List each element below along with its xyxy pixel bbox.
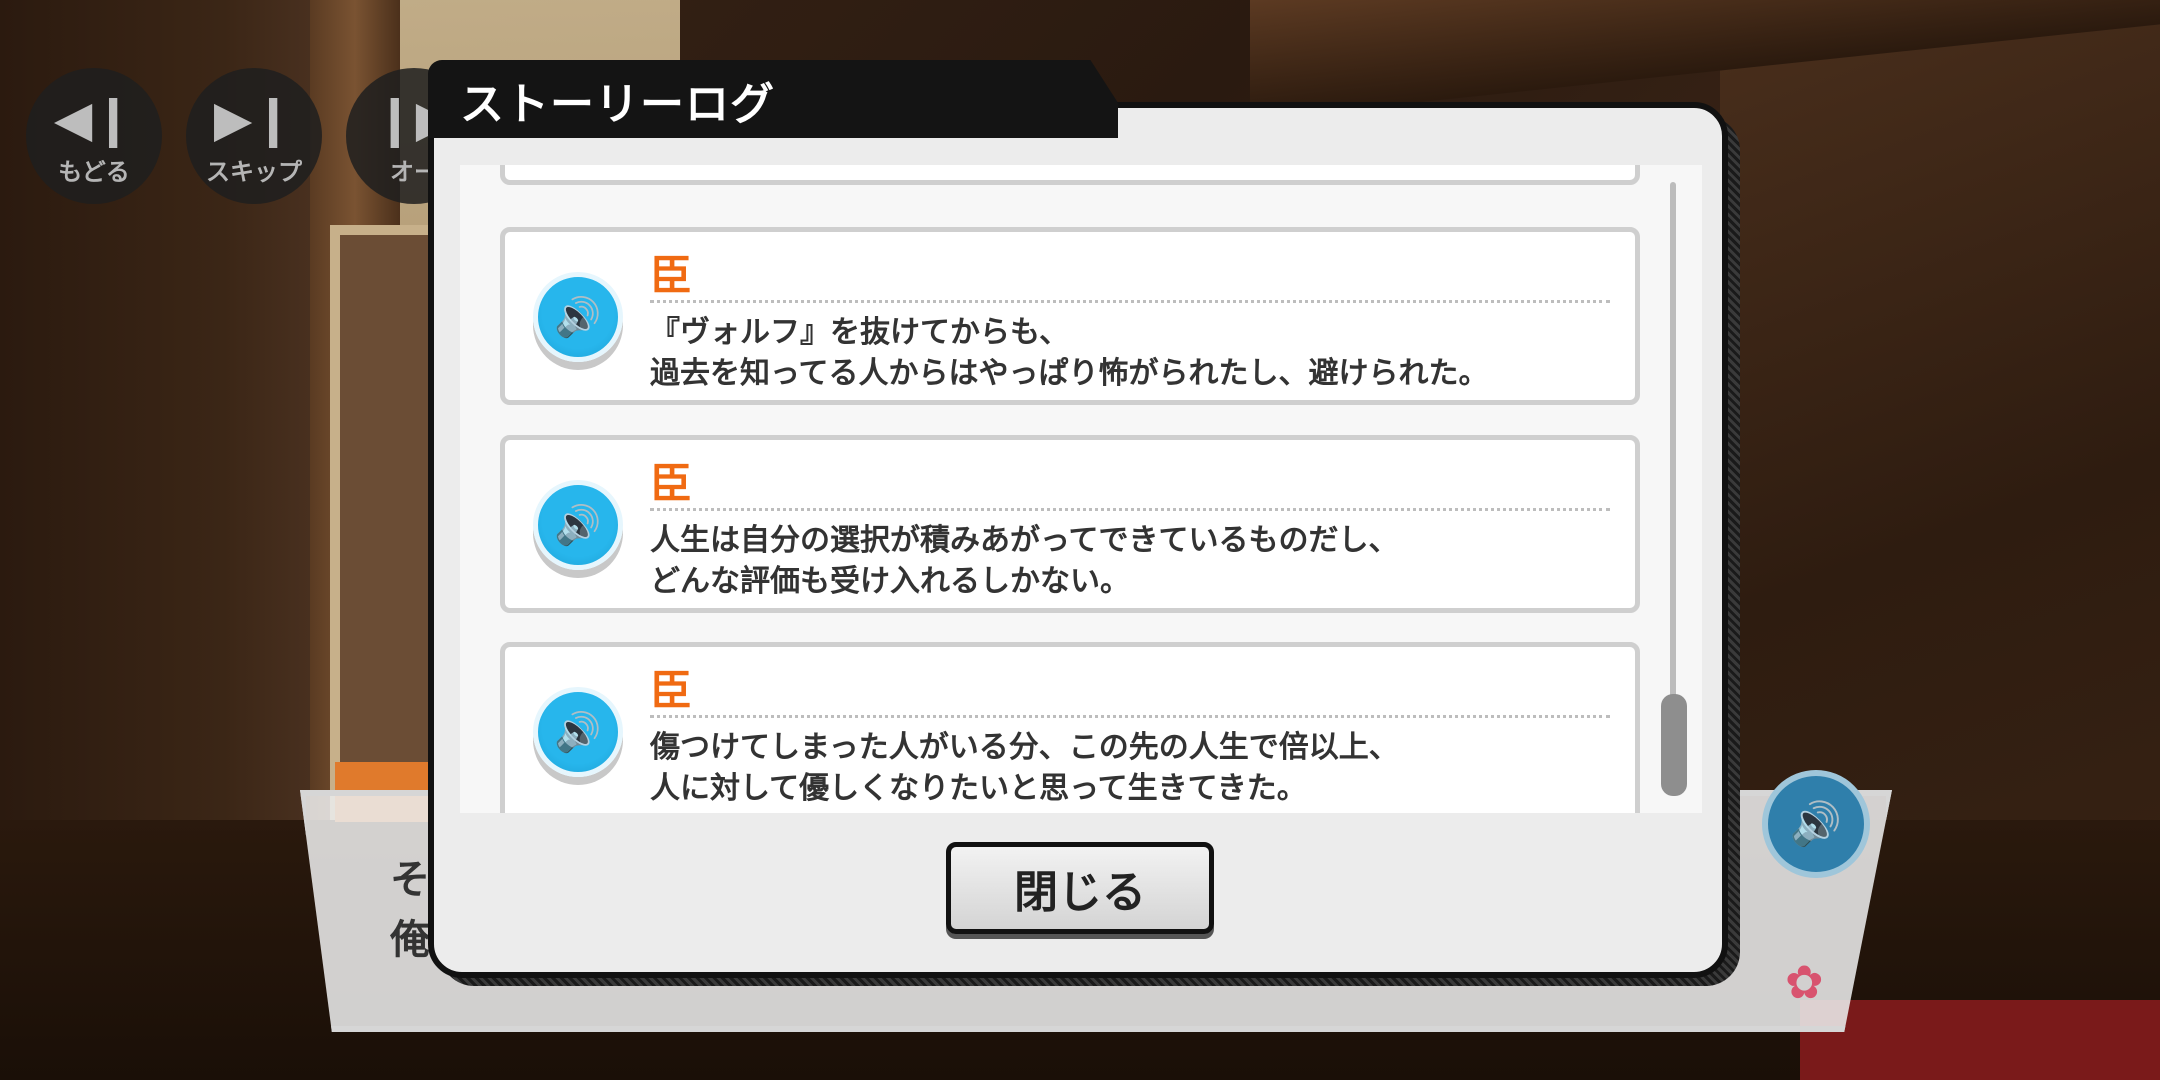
voice-play-button[interactable]: 🔊	[533, 272, 623, 362]
entry-divider	[650, 508, 1610, 511]
entry-divider	[650, 715, 1610, 718]
log-entry-partial	[500, 165, 1640, 185]
speaker-name: 臣	[650, 459, 693, 508]
skip-button[interactable]: ▶❙ スキップ	[186, 68, 322, 204]
rewind-icon: ◀❙	[53, 90, 135, 148]
entry-line-2: 過去を知ってる人からはやっぱり怖がられたし、避けられた。	[650, 356, 1489, 391]
modal-title: ストーリーログ	[460, 79, 775, 130]
skip-icon: ▶❙	[213, 90, 295, 148]
back-label: もどる	[58, 158, 130, 186]
speaker-icon: 🔊	[554, 294, 602, 339]
dialogue-line-1: そ	[390, 857, 430, 903]
voice-play-button[interactable]: 🔊	[533, 480, 623, 570]
dialogue-text: そ 俺	[390, 850, 430, 970]
entry-text: 人生は自分の選択が積みあがってできているものだし、 どんな評価も受け入れるしかな…	[650, 520, 1399, 602]
background-table	[1800, 1000, 2160, 1080]
voice-play-button[interactable]: 🔊	[533, 687, 623, 777]
speaker-icon: 🔊	[1789, 799, 1843, 848]
skip-label: スキップ	[206, 158, 302, 186]
dialogue-line-2: 俺	[390, 917, 430, 963]
entry-text: 『ヴォルフ』を抜けてからも、 過去を知ってる人からはやっぱり怖がられたし、避けら…	[650, 312, 1489, 394]
close-button[interactable]: 閉じる	[946, 842, 1214, 934]
entry-line-1: 傷つけてしまった人がいる分、この先の人生で倍以上、	[650, 730, 1399, 765]
log-entry: 🔊 臣 傷つけてしまった人がいる分、この先の人生で倍以上、 人に対して優しくなり…	[500, 642, 1640, 813]
entry-divider	[650, 300, 1610, 303]
entry-text: 傷つけてしまった人がいる分、この先の人生で倍以上、 人に対して優しくなりたいと思…	[650, 727, 1399, 809]
back-button[interactable]: ◀❙ もどる	[26, 68, 162, 204]
speaker-name: 臣	[650, 251, 693, 300]
entry-line-2: 人に対して優しくなりたいと思って生きてきた。	[650, 771, 1307, 806]
entry-line-1: 人生は自分の選択が積みあがってできているものだし、	[650, 523, 1399, 558]
flower-icon: ✿	[1785, 955, 1824, 1009]
story-log-list[interactable]: 🔊 臣 『ヴォルフ』を抜けてからも、 過去を知ってる人からはやっぱり怖がられたし…	[460, 165, 1702, 813]
speaker-name: 臣	[650, 666, 693, 715]
log-entry: 🔊 臣 『ヴォルフ』を抜けてからも、 過去を知ってる人からはやっぱり怖がられたし…	[500, 227, 1640, 405]
entry-line-2: どんな評価も受け入れるしかない。	[650, 564, 1130, 599]
entry-line-1: 『ヴォルフ』を抜けてからも、	[650, 315, 1070, 350]
log-entry: 🔊 臣 人生は自分の選択が積みあがってできているものだし、 どんな評価も受け入れ…	[500, 435, 1640, 613]
dialogue-voice-button[interactable]: 🔊	[1762, 770, 1870, 878]
speaker-icon: 🔊	[554, 502, 602, 547]
scrollbar-thumb[interactable]	[1661, 694, 1687, 796]
speaker-icon: 🔊	[554, 709, 602, 754]
